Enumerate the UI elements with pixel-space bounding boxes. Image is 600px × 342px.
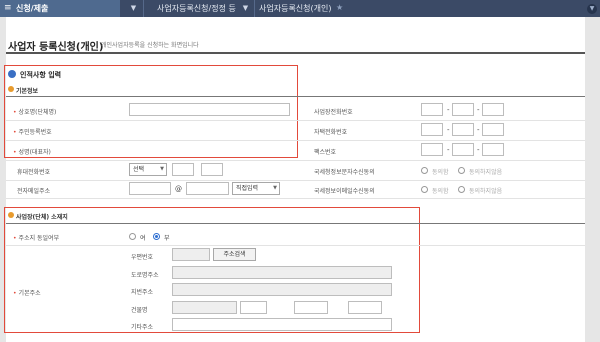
field-label-fax: 팩스번호 [314,149,337,156]
fax-3-input[interactable] [482,143,504,156]
chevron-down-circle-icon[interactable]: ▼ [587,4,597,14]
dash: - [477,146,480,154]
dash: - [477,126,480,134]
field-label-sms-consent: 국세청정보문자수신동의 [314,169,375,176]
email-at-sign: @ [175,185,182,193]
section-title: 인적사항 입력 [20,71,62,79]
field-label-same-address: • 주소지 동일여부 [13,235,60,242]
divider [6,120,585,121]
title-divider [6,52,585,54]
road-address-label: 도로명주소 [131,272,159,279]
mobile-phone-3-input[interactable] [201,163,223,176]
building-dong-input[interactable] [240,301,267,314]
home-phone-1-input[interactable] [421,123,443,136]
divider [254,0,255,17]
subsection-bullet-icon [8,212,14,218]
sms-consent-yes-radio[interactable] [421,167,428,174]
road-address-input[interactable] [172,266,392,279]
subsection-bullet-icon [8,86,14,92]
address-search-button[interactable]: 주소검색 [213,248,256,261]
field-label-email-consent: 국세정보이메일수신동의 [314,188,375,195]
mobile-phone-2-input[interactable] [172,163,194,176]
other-address-input[interactable] [172,318,392,331]
zip-code-input[interactable] [172,248,210,261]
business-phone-2-input[interactable] [452,103,474,116]
business-phone-3-input[interactable] [482,103,504,116]
business-name-input[interactable] [129,103,290,116]
dash: - [447,146,450,154]
field-label-home-phone: 자택전화번호 [314,129,348,136]
scrollbar[interactable] [585,17,600,342]
field-label-representative-name: • 성명(대표자) [13,149,51,156]
dash: - [447,126,450,134]
field-label-resident-number: • 주민등록번호 [13,129,52,136]
breadcrumb-item[interactable]: 사업자등록신청/정정 등 [157,0,236,17]
field-label-business-phone: 사업장전화번호 [314,109,353,116]
sms-consent-no-radio[interactable] [458,167,465,174]
lot-address-input[interactable] [172,283,392,296]
zip-label: 우편번호 [131,254,154,261]
sms-consent-yes-label: 동의함 [432,169,449,176]
divider [6,160,585,161]
star-icon[interactable]: ★ [336,3,343,13]
dash: - [447,106,450,114]
home-menu-label: 신청/제출 [16,4,49,13]
building-unit-input[interactable] [348,301,382,314]
home-phone-2-input[interactable] [452,123,474,136]
building-name-input[interactable] [172,301,237,314]
business-phone-1-input[interactable] [421,103,443,116]
hamburger-icon[interactable]: ≡ [4,4,12,13]
email-id-input[interactable] [129,182,171,195]
field-label-mobile-phone: 휴대전화번호 [17,169,51,176]
chevron-down-icon: ▼ [160,166,164,172]
dash: - [477,106,480,114]
field-label-email: 전자메일주소 [17,188,51,195]
same-address-yes-label: 여 [140,235,146,242]
divider [6,223,585,224]
field-label-base-address: • 기본주소 [13,290,41,297]
same-address-no-radio[interactable] [153,233,160,240]
fax-2-input[interactable] [452,143,474,156]
divider [143,0,144,17]
email-consent-no-radio[interactable] [458,186,465,193]
chevron-down-icon[interactable]: ▼ [241,3,250,13]
same-address-no-label: 부 [164,235,170,242]
home-menu[interactable]: ≡ 신청/제출 [0,0,120,17]
email-domain-input[interactable] [186,182,229,195]
fax-1-input[interactable] [421,143,443,156]
email-consent-no-label: 동의하지않음 [469,188,503,195]
divider [6,245,585,246]
divider [6,198,585,199]
divider [6,140,585,141]
subsection-title: 기본정보 [16,88,39,95]
lot-address-label: 지번주소 [131,289,154,296]
email-domain-select[interactable]: 직접입력 ▼ [232,182,280,195]
section-title-business-location: 사업장(단체) 소재지 [16,214,68,221]
email-consent-yes-radio[interactable] [421,186,428,193]
divider [6,96,585,97]
home-phone-3-input[interactable] [482,123,504,136]
building-name-label: 건물명 [131,307,148,314]
email-consent-yes-label: 동의함 [432,188,449,195]
breadcrumb-item-current[interactable]: 사업자등록신청(개인) [259,0,331,17]
page-title: 사업자 등록신청(개인) [8,42,104,53]
sms-consent-no-label: 동의하지않음 [469,169,503,176]
page-description: 개인사업자등록을 신청하는 화면입니다 [101,42,199,49]
divider [6,180,585,181]
chevron-down-icon: ▼ [273,185,277,191]
same-address-yes-radio[interactable] [129,233,136,240]
building-floor-input[interactable] [294,301,328,314]
other-address-label: 기타주소 [131,324,154,331]
carrier-select[interactable]: 선택 ▼ [129,163,167,176]
section-bullet-icon [8,70,16,78]
top-nav-bar: ≡ 신청/제출 ▼ 사업자등록신청/정정 등 ▼ 사업자등록신청(개인) ★ ▼ [0,0,600,17]
field-label-business-name: • 상호명(단체명) [13,109,57,116]
chevron-down-icon[interactable]: ▼ [129,3,138,13]
